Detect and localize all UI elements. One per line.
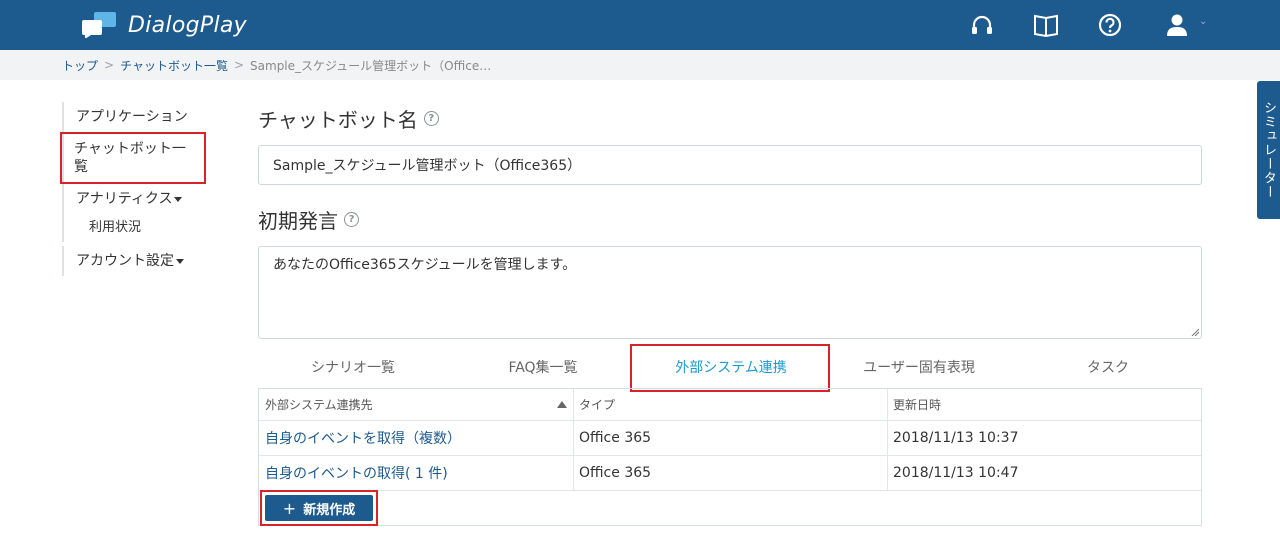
sidebar-group-app: アプリケーション チャットボット一覧 アナリティクス 利用状況 bbox=[60, 102, 212, 242]
initial-message-textarea[interactable]: あなたのOffice365スケジュールを管理します。 bbox=[258, 246, 1202, 339]
column-header-type[interactable]: タイプ bbox=[573, 389, 887, 420]
app-logo[interactable]: DialogPlay bbox=[82, 10, 247, 40]
tab-bar: シナリオ一覧 FAQ集一覧 外部システム連携 ユーザー固有表現 タスク bbox=[258, 344, 1202, 392]
app-name: DialogPlay bbox=[128, 12, 247, 38]
chatbot-name-input[interactable]: Sample_スケジュール管理ボット（Office365） bbox=[258, 145, 1202, 185]
sidebar-item-account[interactable]: アカウント設定 bbox=[64, 246, 212, 276]
sidebar-item-chatbot-list[interactable]: チャットボット一覧 bbox=[60, 132, 206, 184]
book-icon[interactable] bbox=[1033, 12, 1059, 38]
row-type: Office 365 bbox=[579, 430, 652, 446]
help-icon[interactable]: ? bbox=[423, 110, 439, 126]
new-create-button-label: 新規作成 bbox=[303, 502, 356, 518]
tab-scenario-list[interactable]: シナリオ一覧 bbox=[258, 346, 448, 388]
plus-icon: + bbox=[282, 498, 297, 518]
top-navbar: DialogPlay ⌄ bbox=[0, 0, 1280, 50]
sidebar: アプリケーション チャットボット一覧 アナリティクス 利用状況 アカウント設定 bbox=[60, 102, 212, 276]
headset-icon[interactable] bbox=[969, 12, 995, 38]
sidebar-item-label: アナリティクス bbox=[76, 191, 173, 207]
column-header-updated[interactable]: 更新日時 bbox=[887, 389, 1201, 420]
table-row[interactable]: 自身のイベントの取得( 1 件) Office 365 2018/11/13 1… bbox=[259, 456, 1201, 491]
external-system-table: 外部システム連携先 タイプ 更新日時 自身のイベントを取得（複数） Office… bbox=[258, 388, 1202, 526]
breadcrumb-separator: > bbox=[233, 58, 245, 72]
tab-highlight-box bbox=[630, 344, 830, 392]
breadcrumb-top[interactable]: トップ bbox=[62, 57, 98, 74]
row-type: Office 365 bbox=[579, 465, 652, 481]
user-icon[interactable] bbox=[1164, 12, 1190, 38]
chat-bubbles-icon bbox=[82, 12, 116, 38]
simulator-tab[interactable]: シミュレーター bbox=[1257, 81, 1280, 219]
caret-down-icon bbox=[176, 258, 184, 264]
breadcrumb-separator: > bbox=[104, 58, 115, 72]
row-updated: 2018/11/13 10:47 bbox=[893, 465, 1019, 481]
caret-down-icon bbox=[174, 196, 183, 202]
help-icon[interactable]: ? bbox=[344, 211, 359, 227]
tab-tasks[interactable]: タスク bbox=[1014, 346, 1202, 388]
row-updated: 2018/11/13 10:37 bbox=[893, 430, 1019, 446]
sidebar-item-application[interactable]: アプリケーション bbox=[64, 102, 212, 132]
row-destination-link[interactable]: 自身のイベントを取得（複数） bbox=[259, 421, 573, 455]
table-header-row: 外部システム連携先 タイプ 更新日時 bbox=[259, 389, 1201, 421]
chatbot-name-label: チャットボット名 ? bbox=[258, 104, 1202, 132]
new-create-button[interactable]: + 新規作成 bbox=[265, 495, 373, 521]
resize-handle-icon[interactable] bbox=[1191, 328, 1199, 336]
chatbot-name-label-text: チャットボット名 bbox=[258, 107, 418, 132]
breadcrumb-chatbot-list[interactable]: チャットボット一覧 bbox=[120, 57, 228, 74]
sidebar-item-label: アカウント設定 bbox=[76, 253, 174, 269]
initial-message-label: 初期発言 ? bbox=[258, 205, 1202, 233]
chatbot-form: チャットボット名 ? Sample_スケジュール管理ボット（Office365）… bbox=[258, 104, 1202, 339]
row-destination-link[interactable]: 自身のイベントの取得( 1 件) bbox=[259, 456, 573, 490]
tab-user-expressions[interactable]: ユーザー固有表現 bbox=[824, 346, 1014, 388]
breadcrumb: トップ > チャットボット一覧 > Sample_スケジュール管理ボット（Off… bbox=[0, 50, 1280, 80]
chevron-down-icon[interactable]: ⌄ bbox=[1199, 16, 1207, 27]
help-icon[interactable] bbox=[1097, 12, 1123, 38]
simulator-label: シミュレーター bbox=[1261, 101, 1276, 199]
sidebar-item-analytics[interactable]: アナリティクス bbox=[64, 184, 212, 214]
initial-message-label-text: 初期発言 bbox=[258, 208, 338, 233]
sidebar-item-usage[interactable]: 利用状況 bbox=[64, 214, 212, 242]
sort-ascending-icon[interactable] bbox=[557, 401, 567, 408]
initial-message-text: あなたのOffice365スケジュールを管理します。 bbox=[273, 257, 577, 273]
breadcrumb-current: Sample_スケジュール管理ボット（Office… bbox=[250, 58, 492, 73]
tab-faq-list[interactable]: FAQ集一覧 bbox=[448, 346, 638, 388]
column-header-destination[interactable]: 外部システム連携先 bbox=[259, 389, 573, 420]
table-row[interactable]: 自身のイベントを取得（複数） Office 365 2018/11/13 10:… bbox=[259, 421, 1201, 456]
sidebar-group-account: アカウント設定 bbox=[62, 246, 212, 276]
